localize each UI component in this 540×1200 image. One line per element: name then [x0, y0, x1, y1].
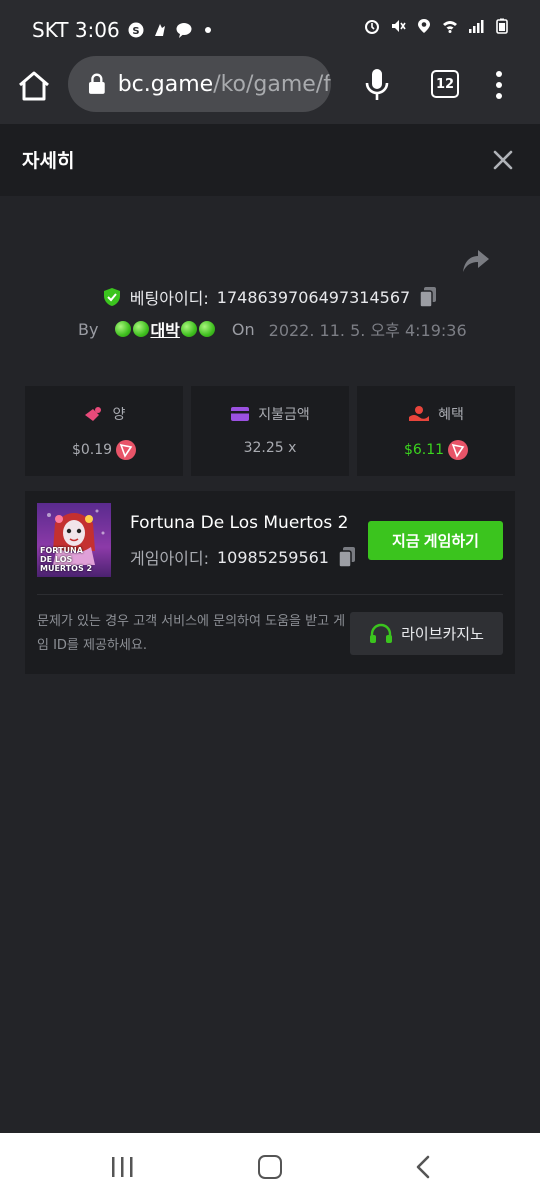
green-ball-icon	[115, 321, 132, 337]
microphone-icon[interactable]	[364, 68, 390, 102]
share-icon[interactable]	[462, 248, 490, 274]
bet-id-label: 베팅아이디:	[129, 289, 209, 308]
system-nav-bar	[0, 1133, 540, 1200]
dot-icon	[204, 27, 211, 33]
home-nav-icon[interactable]	[258, 1155, 282, 1179]
location-icon	[418, 19, 430, 33]
status-right	[364, 18, 510, 34]
headset-icon	[370, 623, 393, 643]
game-thumbnail-title: FORTUNA DE LOS MUERTOS 2	[40, 546, 111, 573]
play-now-button[interactable]: 지금 게임하기	[368, 521, 503, 560]
battery-icon	[496, 18, 508, 34]
game-id-row: 게임아이디: 10985259561	[130, 545, 357, 569]
live-casino-label: 라이브카지노	[401, 626, 484, 643]
recent-apps-icon[interactable]	[110, 1157, 134, 1177]
stat-profit: 혜택 $6.11	[357, 386, 515, 476]
verified-shield-icon	[103, 288, 120, 306]
profit-hand-icon	[409, 406, 430, 421]
url-text: bc.game/ko/game/f	[118, 72, 331, 97]
close-icon[interactable]	[492, 149, 514, 171]
support-help-text: 문제가 있는 경우 고객 서비스에 문의하여 도움을 받고 게임 ID를 제공하…	[37, 614, 346, 653]
by-row: By 대박 On 2022. 11. 5. 오후 4:19:36	[78, 317, 467, 341]
talk-icon	[176, 23, 192, 38]
url-domain: bc.game	[117, 71, 214, 97]
game-id-label: 게임아이디:	[130, 549, 209, 568]
address-bar[interactable]: bc.game/ko/game/f	[68, 56, 331, 112]
stat-profit-value-row: $6.11	[357, 440, 515, 460]
stat-payout-value: 32.25 x	[243, 440, 297, 456]
card-divider	[37, 594, 503, 595]
home-icon[interactable]	[16, 68, 52, 104]
status-left: SKT 3:06 S	[32, 18, 216, 42]
stat-profit-label: 혜택	[438, 407, 464, 423]
svg-text:S: S	[132, 26, 139, 37]
stat-amount-value: $0.19	[71, 442, 113, 458]
carrier-time: SKT 3:06	[32, 18, 120, 42]
user-link[interactable]: 대박	[114, 317, 215, 341]
stat-payout: 지불금액 32.25 x	[191, 386, 349, 476]
green-ball-icon	[198, 321, 215, 337]
on-label: On	[231, 319, 255, 339]
stat-payout-label-row: 지불금액	[191, 404, 349, 424]
tron-coin-icon	[448, 440, 469, 460]
url-path: /ko/game/f	[213, 71, 331, 97]
tron-coin-icon	[116, 440, 137, 460]
stat-amount-label: 양	[112, 407, 126, 423]
stat-profit-value: $6.11	[403, 442, 445, 458]
bet-amount-icon	[84, 407, 101, 421]
stat-profit-label-row: 혜택	[357, 404, 515, 424]
thumb-title-2: DE LOS MUERTOS 2	[40, 555, 93, 573]
live-casino-button[interactable]: 라이브카지노	[350, 612, 503, 655]
thumb-title-1: FORTUNA	[40, 546, 83, 555]
copy-icon[interactable]	[418, 286, 438, 308]
game-name[interactable]: Fortuna De Los Muertos 2	[130, 513, 348, 533]
skype-icon: S	[128, 22, 144, 38]
green-ball-icon	[133, 321, 150, 337]
green-ball-icon	[180, 321, 197, 337]
mute-icon	[392, 20, 406, 32]
payout-card-icon	[231, 407, 250, 421]
stat-payout-value-row: 32.25 x	[191, 440, 349, 456]
tab-switcher-button[interactable]: 12	[431, 70, 459, 98]
back-icon[interactable]	[414, 1155, 432, 1179]
by-label: By	[78, 319, 99, 339]
game-thumbnail[interactable]: FORTUNA DE LOS MUERTOS 2	[37, 503, 111, 577]
lock-icon	[88, 73, 105, 94]
stat-amount-value-row: $0.19	[25, 440, 183, 460]
user-name: 대박	[150, 321, 180, 340]
signal-icon	[469, 20, 484, 33]
bet-date: 2022. 11. 5. 오후 4:19:36	[268, 321, 467, 340]
browser-toolbar: bc.game/ko/game/f 12	[0, 50, 540, 124]
stat-payout-label: 지불금액	[258, 407, 310, 423]
wifi-icon	[443, 21, 457, 33]
more-menu-icon[interactable]	[492, 70, 506, 100]
stat-amount-label-row: 양	[25, 404, 183, 424]
bet-id-row: 베팅아이디: 1748639706497314567	[0, 284, 540, 310]
game-card: FORTUNA DE LOS MUERTOS 2 Fortuna De Los M…	[25, 491, 515, 674]
stat-amount: 양 $0.19	[25, 386, 183, 476]
notification-icon	[154, 24, 165, 36]
game-id-value: 10985259561	[217, 547, 329, 567]
alarm-icon	[365, 20, 379, 34]
dialog-title: 자세히	[22, 150, 75, 172]
bet-id-value: 1748639706497314567	[216, 287, 411, 307]
copy-icon[interactable]	[337, 546, 357, 568]
dialog-header: 자세히	[0, 124, 540, 196]
